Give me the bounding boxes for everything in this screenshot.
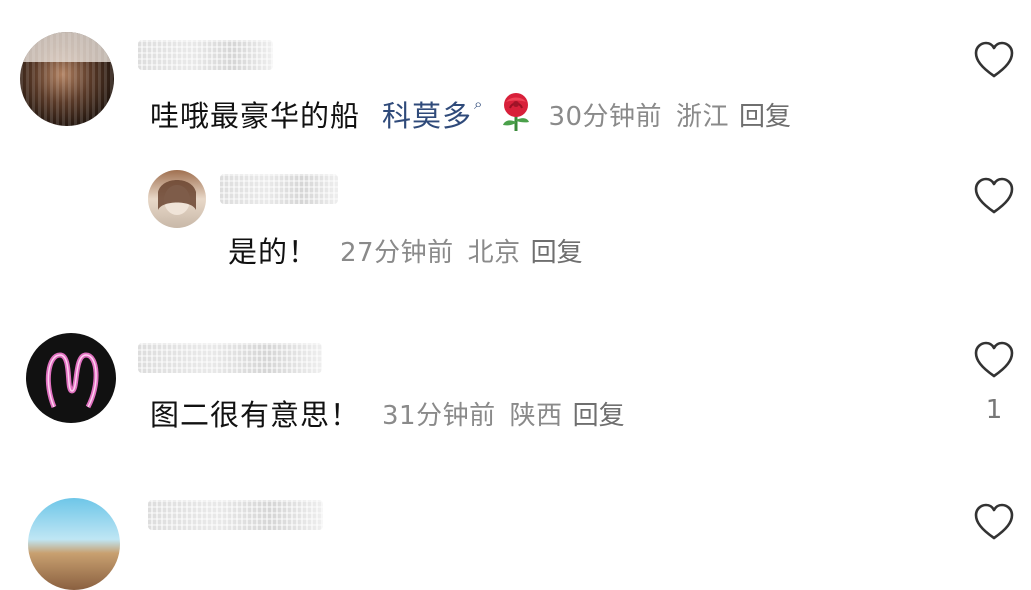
comment-time: 30分钟前 [548, 101, 663, 132]
reply-button[interactable]: 回复 [531, 232, 583, 269]
rose-emoji-icon [498, 92, 534, 132]
heart-outline-icon[interactable] [973, 40, 1015, 80]
mention-link[interactable]: 科莫多 [382, 93, 472, 135]
avatar[interactable] [148, 170, 206, 228]
username-blurred[interactable] [138, 343, 322, 373]
username-blurred[interactable] [148, 500, 323, 530]
comment-time: 31分钟前 [382, 400, 496, 431]
comment-time: 27分钟前 [340, 237, 454, 268]
heart-outline-icon[interactable] [973, 176, 1015, 216]
comment-text: 图二很有意思！ [150, 398, 361, 432]
mention-search-icon: ⌕ [474, 95, 483, 113]
username-blurred[interactable] [220, 174, 338, 204]
username-blurred[interactable] [138, 40, 273, 70]
comment-location: 浙江 [676, 101, 730, 132]
comment-text: 是的！ [228, 235, 319, 269]
reply-button[interactable]: 回复 [739, 96, 791, 133]
avatar[interactable] [20, 32, 114, 126]
avatar[interactable] [28, 498, 120, 590]
heart-outline-icon[interactable] [973, 340, 1015, 380]
comment-location: 北京 [467, 237, 521, 268]
avatar[interactable] [26, 333, 116, 423]
like-count: 1 [985, 395, 1003, 425]
comment-location: 陕西 [509, 400, 563, 431]
comment-text: 哇哦最豪华的船 [150, 99, 361, 133]
reply-button[interactable]: 回复 [573, 395, 625, 432]
heart-outline-icon[interactable] [973, 502, 1015, 542]
